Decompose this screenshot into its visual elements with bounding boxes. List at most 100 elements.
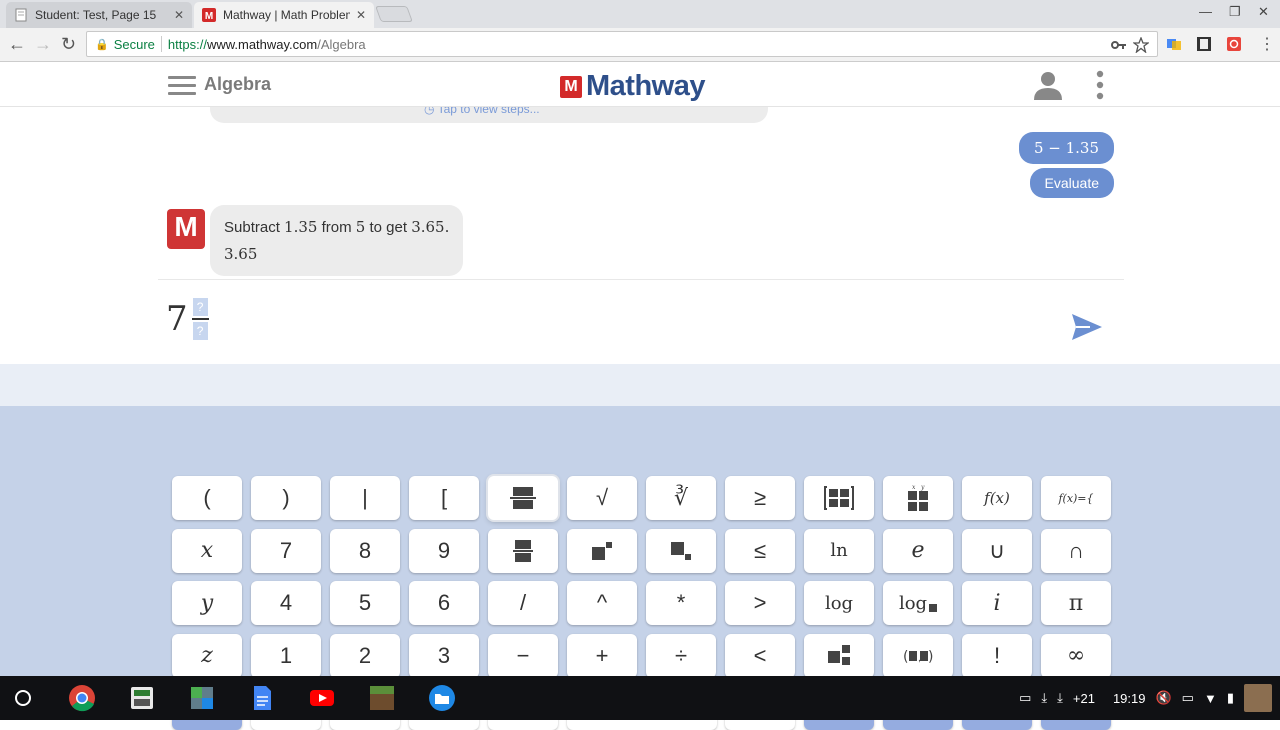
key-7[interactable]: 7 [251, 528, 321, 573]
key-z[interactable]: z [172, 633, 242, 678]
key-plus[interactable]: + [567, 633, 637, 678]
new-tab-button[interactable] [375, 6, 413, 22]
key-nth-root[interactable]: ∛ [646, 476, 716, 520]
key-asterisk[interactable]: * [646, 581, 716, 625]
key-geq[interactable]: ≥ [725, 476, 795, 520]
youtube-icon[interactable] [308, 684, 336, 712]
key-function[interactable]: f(x) [962, 476, 1032, 520]
key-leq[interactable]: ≤ [725, 528, 795, 573]
key-gt[interactable]: > [725, 581, 795, 625]
calculator-icon[interactable] [188, 684, 216, 712]
key-caret[interactable]: ^ [567, 581, 637, 625]
key-3[interactable]: 3 [409, 633, 479, 678]
question-bubble[interactable]: 5 − 1.35 [1018, 132, 1114, 164]
key-label: log [824, 592, 854, 614]
key-i[interactable]: i [962, 581, 1032, 625]
extension-drive-icon[interactable] [1166, 36, 1182, 52]
key-matrix[interactable] [804, 476, 874, 520]
key-8[interactable]: 8 [330, 528, 400, 573]
fraction-template[interactable]: ? ? [191, 298, 209, 340]
window-close-icon[interactable]: ✕ [1258, 4, 1269, 20]
key-9[interactable]: 9 [409, 528, 479, 573]
extension-screenshot-icon[interactable] [1226, 36, 1242, 52]
key-abs[interactable]: | [330, 476, 400, 520]
docs-icon[interactable] [248, 684, 276, 712]
key-union[interactable]: ∪ [962, 528, 1032, 573]
key-minus[interactable]: − [488, 633, 558, 678]
tab-close-icon[interactable]: ✕ [356, 8, 366, 22]
lock-icon: 🔒 [95, 38, 109, 51]
minecraft-icon[interactable] [368, 684, 396, 712]
key-log-base[interactable]: log [883, 581, 953, 625]
battery-icon: ▮ [1226, 690, 1234, 705]
send-icon[interactable] [1070, 312, 1104, 342]
key-lt[interactable]: < [725, 633, 795, 678]
table-icon: xy [906, 483, 930, 513]
key-label: | [362, 485, 368, 510]
key-interval[interactable]: (,) [883, 633, 953, 678]
key-ln[interactable]: ln [804, 528, 874, 573]
reload-icon[interactable]: ↻ [61, 34, 76, 55]
key-x[interactable]: x [172, 528, 242, 573]
key-divide[interactable]: ÷ [646, 633, 716, 678]
mathway-logo[interactable]: M Mathway [560, 70, 705, 103]
key-label: f(x) [984, 489, 1010, 507]
key-4[interactable]: 4 [251, 581, 321, 625]
cash-register-icon[interactable] [128, 684, 156, 712]
key-1[interactable]: 1 [251, 633, 321, 678]
key-divide-slash[interactable]: / [488, 581, 558, 625]
key-label: log [898, 592, 928, 614]
key-factorial[interactable]: ! [962, 633, 1032, 678]
key-fraction[interactable] [488, 476, 558, 520]
key-mixed-fraction[interactable] [488, 528, 558, 573]
key-open-bracket[interactable]: [ [409, 476, 479, 520]
address-bar[interactable]: 🔒 Secure https:// www.mathway.com /Algeb… [86, 31, 1158, 57]
key-superscript[interactable] [567, 528, 637, 573]
key-sqrt[interactable]: √ [567, 476, 637, 520]
math-input-area[interactable]: 7 ? ? [158, 280, 1124, 364]
key-6[interactable]: 6 [409, 581, 479, 625]
key-infinity[interactable]: ∞ [1041, 633, 1111, 678]
hamburger-menu-icon[interactable] [168, 76, 196, 96]
status-tray[interactable]: ▭ ⤓ ⤓ +21 19:19 🔇 ▭ ▼ ▮ [1019, 676, 1280, 720]
forward-icon[interactable]: → [34, 34, 52, 55]
denominator-placeholder[interactable]: ? [192, 322, 208, 340]
tab-mathway[interactable]: M Mathway | Math Problem ✕ [194, 2, 374, 28]
user-account-icon[interactable] [1034, 70, 1062, 100]
more-options-icon[interactable] [1096, 70, 1104, 100]
key-label: * [676, 590, 686, 615]
numerator-placeholder[interactable]: ? [192, 298, 208, 316]
key-subscript[interactable] [646, 528, 716, 573]
chrome-icon[interactable] [68, 684, 96, 712]
minimize-icon[interactable]: — [1199, 4, 1212, 19]
key-e[interactable]: e [883, 528, 953, 573]
answer-text: to get [365, 219, 412, 236]
key-y[interactable]: y [172, 581, 242, 625]
key-piecewise[interactable]: f(x)={ [1041, 476, 1111, 520]
bookmark-star-icon[interactable] [1133, 37, 1149, 53]
back-icon[interactable]: ← [8, 34, 26, 55]
launcher-icon[interactable] [15, 690, 31, 706]
key-sub-sup[interactable] [804, 633, 874, 678]
tab-close-icon[interactable]: ✕ [174, 8, 184, 22]
math-expression[interactable]: 7 ? ? [166, 298, 209, 340]
section-title[interactable]: Algebra [204, 74, 271, 95]
key-icon[interactable] [1111, 38, 1127, 52]
chrome-menu-icon[interactable]: ⋮ [1259, 34, 1275, 54]
extension-film-icon[interactable] [1196, 36, 1212, 52]
view-steps-link[interactable]: ◷ Tap to view steps... [424, 107, 540, 116]
key-5[interactable]: 5 [330, 581, 400, 625]
key-log[interactable]: log [804, 581, 874, 625]
key-intersection[interactable]: ∩ [1041, 528, 1111, 573]
key-2[interactable]: 2 [330, 633, 400, 678]
files-icon[interactable] [428, 684, 456, 712]
key-close-paren[interactable]: ) [251, 476, 321, 520]
notification-count: +21 [1072, 690, 1095, 706]
restore-icon[interactable]: ❐ [1229, 4, 1241, 20]
tab-student-test[interactable]: Student: Test, Page 15 ✕ [6, 2, 192, 28]
evaluate-label[interactable]: Evaluate [1029, 168, 1114, 198]
key-open-paren[interactable]: ( [172, 476, 242, 520]
key-pi[interactable]: π [1041, 581, 1111, 625]
key-table[interactable]: xy [883, 476, 953, 520]
user-avatar[interactable] [1244, 684, 1272, 712]
